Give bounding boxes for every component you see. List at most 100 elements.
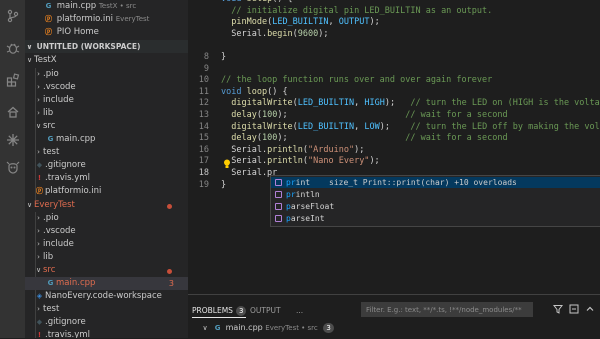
explorer-sidebar: G main.cpp TestX • src ⓟ platformio.ini … — [25, 0, 188, 338]
chevron-down-icon: ∨ — [26, 201, 33, 209]
source-control-icon[interactable] — [3, 6, 22, 25]
code-line[interactable]: delay(100); // wait for a second — [221, 133, 507, 143]
code-line[interactable]: // the loop function runs over and over … — [221, 75, 492, 85]
collapse-all-icon[interactable] — [568, 303, 580, 315]
tree-label: .pio — [43, 69, 59, 79]
chevron-down-icon: ∨ — [26, 43, 33, 51]
more-tabs-button[interactable]: ... — [296, 304, 303, 317]
line-number: 10 — [198, 75, 209, 86]
chevron-right-icon: › — [37, 83, 40, 91]
problem-file-name: main.cpp — [225, 323, 263, 332]
code-line[interactable]: Serial.begin(9600); — [221, 29, 328, 39]
platformio-alien-icon[interactable] — [3, 158, 22, 177]
code-line[interactable]: Serial.println("Nano Every"); — [221, 156, 379, 166]
tree-label: .gitignore — [45, 317, 86, 327]
open-editor-name: main.cpp — [56, 1, 97, 11]
activity-bar — [0, 0, 25, 338]
error-dot-icon — [167, 204, 172, 209]
suggestion-item[interactable]: print size_t Print::print(char) +10 over… — [271, 177, 600, 188]
open-editor-pio-home[interactable]: ⓟ PIO Home — [25, 26, 188, 39]
tree-folder-everytest[interactable]: ∨ EveryTest — [25, 199, 188, 212]
code-line[interactable]: digitalWrite(LED_BUILTIN, LOW); // turn … — [221, 122, 600, 132]
method-icon — [275, 215, 282, 222]
tree-folder-lib[interactable]: › lib — [25, 251, 188, 264]
tree-folder-lib[interactable]: › lib — [25, 107, 188, 120]
code-editor[interactable]: 8910111213141516171819 void setup() { //… — [188, 0, 600, 294]
open-editor-name: platformio.ini — [56, 14, 114, 24]
tree-folder-vscode[interactable]: › .vscode — [25, 225, 188, 238]
autocomplete-widget[interactable]: print size_t Print::print(char) +10 over… — [270, 175, 600, 227]
open-editor-platformio-ini[interactable]: ⓟ platformio.ini EveryTest — [25, 13, 188, 26]
git-file-icon: ◆ — [36, 161, 43, 169]
tree-label: .pio — [43, 213, 59, 223]
maximize-panel-icon[interactable] — [584, 303, 596, 315]
line-number: 18 — [198, 168, 209, 178]
tree-file-workspace[interactable]: ◈ NanoEvery.code-workspace — [25, 290, 188, 303]
tree-folder-vscode[interactable]: › .vscode — [25, 81, 188, 94]
tree-folder-test[interactable]: › test — [25, 303, 188, 316]
chevron-right-icon: › — [37, 214, 40, 222]
extensions-icon[interactable] — [3, 70, 22, 89]
more-label: ... — [296, 306, 304, 315]
code-line[interactable]: } — [221, 52, 226, 62]
chevron-right-icon: › — [37, 96, 40, 104]
code-line[interactable]: digitalWrite(LED_BUILTIN, HIGH); // turn… — [221, 98, 600, 108]
code-line[interactable]: Serial.println("Arduino"); — [221, 145, 364, 155]
remote-explorer-icon[interactable] — [3, 130, 22, 149]
tree-folder-testx[interactable]: ∨ TestX — [25, 54, 188, 67]
cpp-file-icon: G — [47, 135, 54, 143]
suggestion-item[interactable]: println — [271, 189, 600, 200]
lightbulb-icon[interactable] — [223, 154, 231, 173]
cpp-file-icon: G — [45, 2, 52, 10]
line-number: 12 — [198, 98, 209, 109]
code-line[interactable]: void loop() { — [221, 87, 288, 97]
tree-folder-include[interactable]: › include — [25, 94, 188, 107]
filter-icon[interactable] — [552, 303, 564, 315]
debug-icon[interactable] — [3, 38, 22, 57]
yaml-file-icon: ! — [37, 331, 42, 338]
chevron-down-icon: ∨ — [35, 266, 42, 274]
tree-file-travis-yml[interactable]: ! .travis.yml — [25, 329, 188, 338]
chevron-right-icon: › — [37, 148, 40, 156]
tree-folder-test[interactable]: › test — [25, 146, 188, 159]
tree-label: NanoEvery.code-workspace — [45, 291, 162, 301]
tree-folder-include[interactable]: › include — [25, 238, 188, 251]
tree-folder-src[interactable]: ∨ src — [25, 264, 188, 277]
code-line[interactable]: pinMode(LED_BUILTIN, OUTPUT); — [221, 17, 379, 27]
code-line[interactable]: } — [221, 180, 226, 190]
tree-file-main-cpp[interactable]: Gmain.cpp — [25, 133, 188, 146]
problems-filter-input[interactable]: Filter. E.g.: text, **/*.ts, !**/node_mo… — [361, 302, 533, 317]
method-icon — [275, 203, 282, 210]
tree-file-main-cpp-selected[interactable]: Gmain.cpp 3 — [25, 277, 188, 290]
tree-folder-src[interactable]: ∨ src — [25, 120, 188, 133]
suggestion-item[interactable]: parseInt — [271, 213, 600, 224]
problem-file-row[interactable]: ∨ G main.cpp EveryTest • src 3 — [188, 321, 600, 334]
tree-file-travis-yml[interactable]: ! .travis.yml — [25, 172, 188, 185]
tree-file-gitignore[interactable]: ◆ .gitignore — [25, 316, 188, 329]
code-line[interactable]: // initialize digital pin LED_BUILTIN as… — [221, 6, 492, 16]
platformio-file-icon: ⓟ — [45, 15, 52, 23]
tab-output[interactable]: OUTPUT — [250, 304, 281, 317]
open-editor-name: PIO Home — [56, 27, 99, 37]
tab-label: PROBLEMS — [192, 306, 233, 315]
pio-home-icon[interactable] — [3, 102, 22, 121]
open-editor-main-cpp[interactable]: G main.cpp TestX • src — [25, 0, 188, 13]
tree-folder-pio[interactable]: › .pio — [25, 68, 188, 81]
method-icon — [275, 179, 282, 186]
tree-folder-pio[interactable]: › .pio — [25, 212, 188, 225]
suggestion-item[interactable]: parseFloat — [271, 201, 600, 212]
chevron-right-icon: › — [37, 253, 40, 261]
code-line[interactable]: delay(100); // wait for a second — [221, 110, 507, 120]
tree-file-gitignore[interactable]: ◆ .gitignore — [25, 159, 188, 172]
line-number: 9 — [203, 63, 209, 74]
tree-label: .vscode — [43, 82, 76, 92]
tree-label: TestX — [34, 55, 57, 65]
workspace-section-header[interactable]: ∨ UNTITLED (WORKSPACE) — [25, 40, 188, 53]
code-line[interactable]: void setup() { — [221, 0, 293, 4]
line-number: 17 — [198, 156, 209, 167]
tree-file-platformio-ini[interactable]: ⓟ platformio.ini — [25, 185, 188, 198]
tree-label: include — [43, 239, 74, 249]
tree-label: main.cpp — [56, 134, 96, 144]
tab-problems[interactable]: PROBLEMS 3 — [192, 304, 247, 318]
chevron-right-icon: › — [37, 240, 40, 248]
